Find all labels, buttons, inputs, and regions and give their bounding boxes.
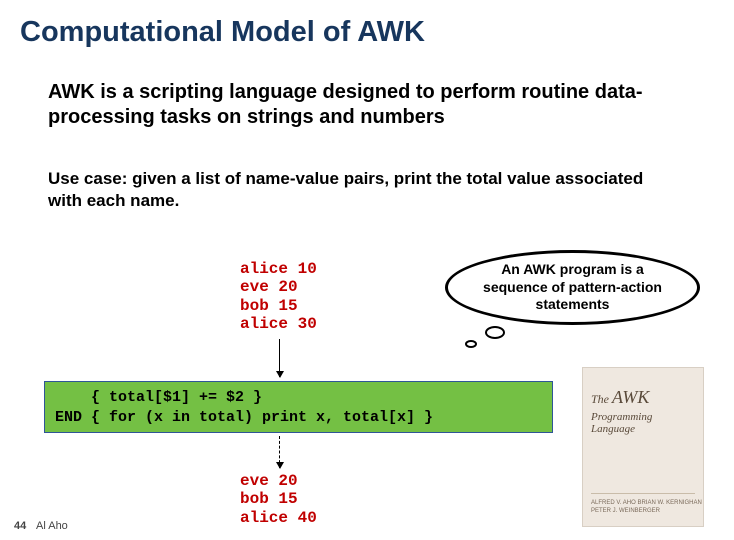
book-the: The <box>591 392 609 406</box>
input-data-block: alice 10 eve 20 bob 15 alice 30 <box>240 260 317 334</box>
use-case-text: Use case: given a list of name-value pai… <box>48 168 674 212</box>
book-subtitle-text: Programming Language <box>591 411 695 435</box>
slide-title: Computational Model of AWK <box>20 16 425 49</box>
book-authors-text: ALFRED V. AHO BRIAN W. KERNIGHAN PETER J… <box>591 500 703 516</box>
callout-bubble: An AWK program is a sequence of pattern-… <box>445 250 705 350</box>
output-data-block: eve 20 bob 15 alice 40 <box>240 472 317 527</box>
author-name: Al Aho <box>36 520 68 532</box>
callout-tail-icon <box>485 326 505 339</box>
awk-code-block: { total[$1] += $2 } END { for (x in tota… <box>44 381 553 433</box>
description-text: AWK is a scripting language designed to … <box>48 80 696 130</box>
arrow-down-icon <box>279 436 280 468</box>
divider <box>591 493 695 494</box>
book-name: AWK <box>612 387 649 407</box>
callout-text: An AWK program is a sequence of pattern-… <box>468 261 677 314</box>
callout-tail-icon <box>465 340 477 348</box>
book-cover: The AWK Programming Language ALFRED V. A… <box>582 367 704 527</box>
book-title-text: The AWK <box>591 386 695 409</box>
page-number: 44 <box>14 520 26 532</box>
slide: Computational Model of AWK AWK is a scri… <box>0 0 734 540</box>
arrow-down-icon <box>279 339 280 377</box>
